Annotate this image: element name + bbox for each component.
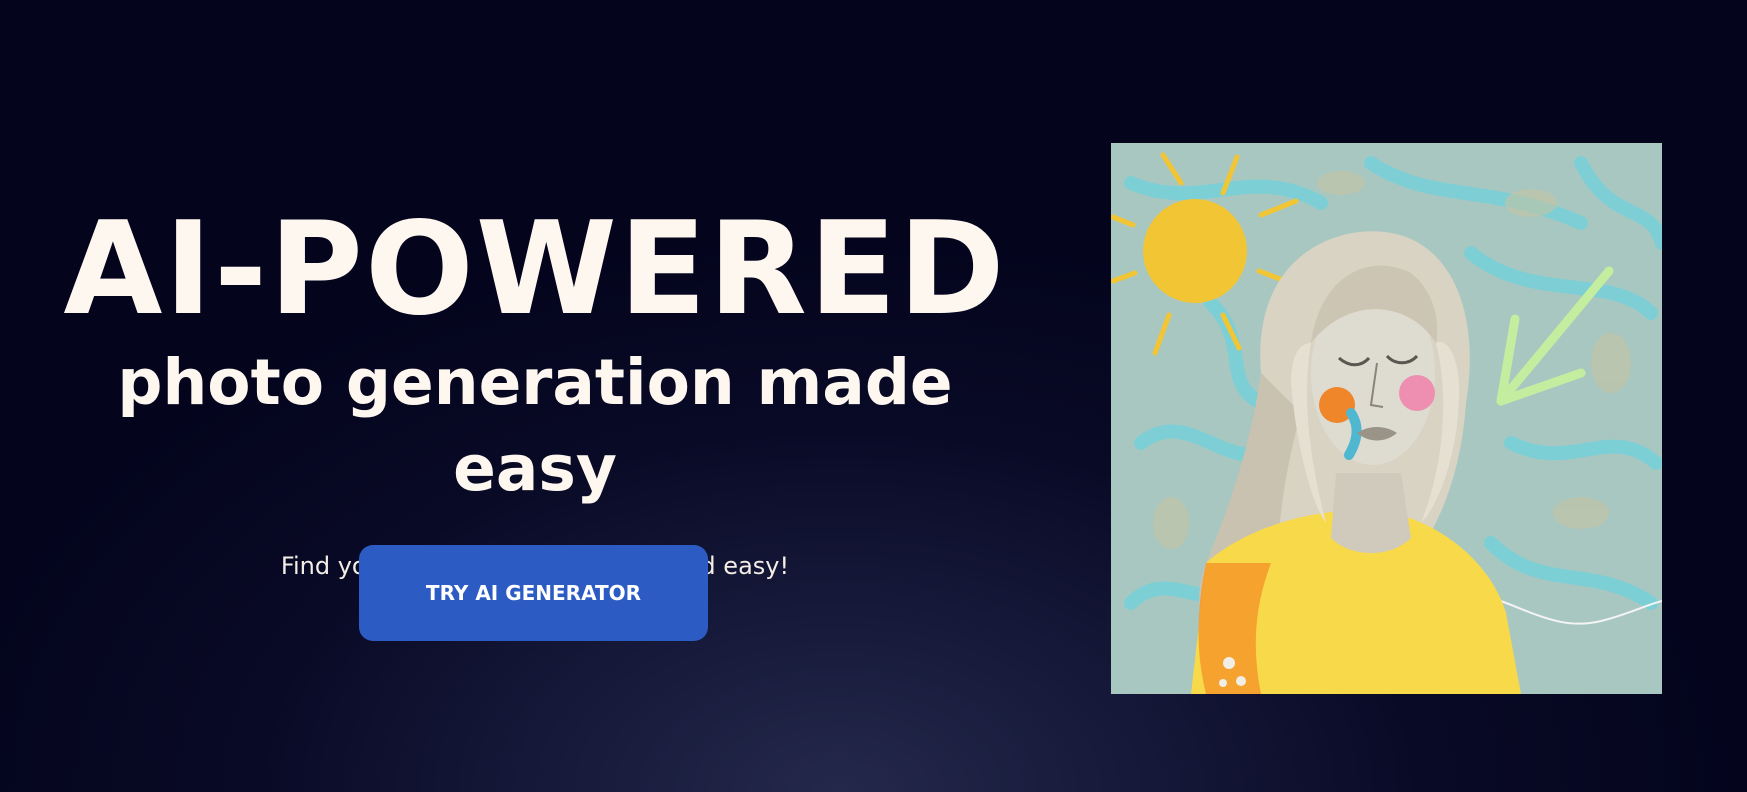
hero-artwork: [1111, 143, 1662, 694]
try-ai-generator-button[interactable]: TRY AI GENERATOR: [359, 545, 708, 641]
hero-subheadline: photo generation made easy: [117, 346, 953, 505]
hero-headline: AI-POWERED: [63, 195, 1007, 344]
portrait-illustration: [1111, 143, 1662, 694]
hero-text: AI-POWERED photo generation made easy Fi…: [40, 200, 1030, 582]
